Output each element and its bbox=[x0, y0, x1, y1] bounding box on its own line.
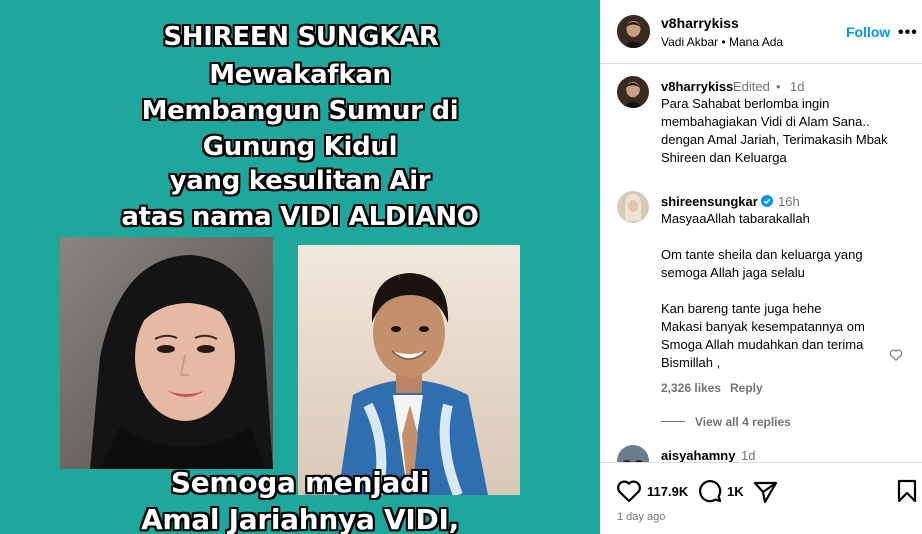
comment-likes[interactable]: 2,326 likes bbox=[661, 381, 721, 395]
post-text-line: Mewakafkan bbox=[209, 60, 391, 90]
comment-username[interactable]: aisyahamny bbox=[661, 448, 735, 462]
comment-username-text[interactable]: shireensungkar bbox=[661, 194, 758, 209]
photo-woman bbox=[60, 237, 273, 469]
header-username[interactable]: v8harrykiss bbox=[661, 15, 739, 31]
reply-button[interactable]: Reply bbox=[730, 381, 763, 395]
post-text-line: Semoga menjadi bbox=[170, 466, 430, 499]
post-text-line: Membangun Sumur di bbox=[141, 96, 459, 126]
avatar[interactable] bbox=[617, 445, 649, 462]
like-heart-icon[interactable] bbox=[616, 479, 642, 503]
more-options-button[interactable]: ••• bbox=[898, 24, 918, 42]
header-subtitle[interactable]: Vadi Akbar • Mana Ada bbox=[661, 35, 783, 49]
comment-bubble-icon[interactable] bbox=[698, 479, 722, 503]
comment-time: 16h bbox=[778, 194, 800, 209]
caption-time: 1d bbox=[790, 79, 805, 94]
post-text-line: yang kesulitan Air bbox=[169, 166, 431, 196]
post-timestamp[interactable]: 1 day ago bbox=[617, 511, 665, 523]
caption-username[interactable]: v8harrykiss bbox=[661, 79, 733, 94]
post-text-line: SHIREEN SUNGKAR bbox=[163, 22, 439, 52]
avatar[interactable] bbox=[617, 15, 650, 48]
caption-text: Para Sahabat berlomba ingin membahagiaka… bbox=[661, 96, 888, 165]
follow-button[interactable]: Follow bbox=[846, 24, 890, 40]
post-header: v8harrykiss Vadi Akbar • Mana Ada Follow… bbox=[600, 0, 922, 64]
post-actions: 117.9K 1K 1 day ago bbox=[600, 462, 922, 534]
post-text-line: Amal Jariahnya VIDI, bbox=[141, 503, 459, 534]
replies-divider bbox=[661, 421, 685, 422]
post-side-panel: v8harrykiss Vadi Akbar • Mana Ada Follow… bbox=[600, 0, 922, 534]
comment-text-line: Om tante sheila dan keluarga yang semoga… bbox=[661, 247, 863, 280]
post-image[interactable]: SHIREEN SUNGKAR Mewakafkan Membangun Sum… bbox=[0, 0, 600, 534]
comment-text-line: Kan bareng tante juga hehe bbox=[661, 301, 822, 316]
comment-username[interactable]: shireensungkar bbox=[661, 194, 773, 209]
photo-man bbox=[298, 245, 520, 495]
verified-badge-icon bbox=[760, 195, 773, 207]
likes-count[interactable]: 117.9K bbox=[647, 484, 688, 499]
post-text-line: atas nama VIDI ALDIANO bbox=[121, 202, 479, 232]
comment-time: 1d bbox=[741, 448, 756, 462]
like-comment-heart-icon[interactable] bbox=[889, 348, 903, 362]
avatar[interactable] bbox=[617, 191, 649, 223]
comment-text-line: Makasi banyak kesempatannya om Smoga All… bbox=[661, 319, 865, 370]
caption-edited: Edited bbox=[733, 79, 770, 94]
save-bookmark-icon[interactable] bbox=[897, 479, 917, 503]
comment-text-line: MasyaaAllah tabarakallah bbox=[661, 211, 810, 226]
comments-list[interactable]: v8harrykiss Edited • 1d Para Sahabat ber… bbox=[600, 64, 922, 462]
view-replies-button[interactable]: View all 4 replies bbox=[695, 415, 791, 429]
comments-count[interactable]: 1K bbox=[727, 484, 744, 499]
share-send-icon[interactable] bbox=[753, 480, 778, 504]
post-text-line: Gunung Kidul bbox=[202, 132, 398, 162]
caption-dot: • bbox=[776, 79, 781, 94]
avatar[interactable] bbox=[617, 76, 649, 108]
